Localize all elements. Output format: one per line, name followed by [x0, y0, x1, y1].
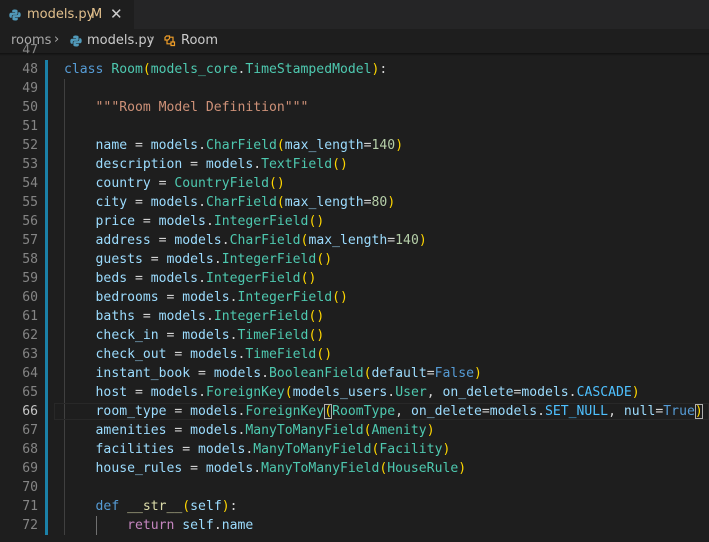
code-line[interactable]: 61 baths = models.IntegerField() — [0, 307, 709, 326]
line-number: 60 — [22, 290, 38, 305]
code-text: check_in = models.TimeField() — [95, 328, 325, 343]
line-number: 63 — [22, 347, 38, 362]
code-line[interactable]: 59 beds = models.IntegerField() — [0, 269, 709, 288]
line-number: 48 — [22, 62, 38, 77]
line-number: 65 — [22, 385, 38, 400]
code-line[interactable]: 66 room_type = models.ForeignKey(RoomTyp… — [0, 402, 709, 421]
code-text: return self.name — [127, 518, 254, 533]
code-line[interactable]: 71 def __str__(self): — [0, 497, 709, 516]
code-line[interactable]: 70 — [0, 478, 709, 497]
tab-label: models.py — [27, 7, 95, 22]
code-line[interactable]: 64 instant_book = models.BooleanField(de… — [0, 364, 709, 383]
code-line[interactable]: 53 description = models.TextField() — [0, 155, 709, 174]
code-text: price = models.IntegerField() — [95, 214, 325, 229]
code-text: guests = models.IntegerField() — [95, 252, 333, 267]
line-number: 62 — [22, 328, 38, 343]
code-line[interactable]: 69 house_rules = models.ManyToManyField(… — [0, 459, 709, 478]
line-number: 58 — [22, 252, 38, 267]
line-number: 67 — [22, 423, 38, 438]
close-icon[interactable]: ✕ — [110, 6, 123, 22]
line-number: 69 — [22, 461, 38, 476]
line-number: 51 — [22, 119, 38, 134]
code-line[interactable]: 72 return self.name — [0, 516, 709, 535]
line-number: 57 — [22, 233, 38, 248]
code-line[interactable]: 49 — [0, 79, 709, 98]
tab-models-py[interactable]: models.py M ✕ — [0, 0, 134, 29]
breadcrumb-shadow — [0, 53, 709, 56]
line-number: 59 — [22, 271, 38, 286]
code-text: beds = models.IntegerField() — [95, 271, 317, 286]
code-text: instant_book = models.BooleanField(defau… — [95, 366, 482, 381]
code-text: name = models.CharField(max_length=140) — [95, 138, 404, 153]
code-line[interactable]: 67 amenities = models.ManyToManyField(Am… — [0, 421, 709, 440]
code-text: facilities = models.ManyToManyField(Faci… — [95, 442, 451, 457]
code-text: amenities = models.ManyToManyField(Ameni… — [95, 423, 435, 438]
code-text: city = models.CharField(max_length=80) — [95, 195, 396, 210]
code-line[interactable]: 68 facilities = models.ManyToManyField(F… — [0, 440, 709, 459]
line-number: 49 — [22, 81, 38, 96]
line-number: 71 — [22, 499, 38, 514]
line-number: 64 — [22, 366, 38, 381]
code-text: host = models.ForeignKey(models_users.Us… — [95, 385, 640, 400]
line-number: 54 — [22, 176, 38, 191]
code-line[interactable]: 55 city = models.CharField(max_length=80… — [0, 193, 709, 212]
code-line[interactable]: 51 — [0, 117, 709, 136]
code-text: room_type = models.ForeignKey(RoomType, … — [95, 404, 703, 419]
line-number: 66 — [22, 404, 38, 419]
code-text: class Room(models_core.TimeStampedModel)… — [64, 62, 388, 77]
code-line[interactable]: 47 — [0, 44, 709, 60]
code-editor[interactable]: 47 48 class Room(models_core.TimeStampedMo… — [0, 44, 709, 542]
code-line[interactable]: 48 class Room(models_core.TimeStampedMode… — [0, 60, 709, 79]
code-text: check_out = models.TimeField() — [95, 347, 333, 362]
code-line[interactable]: 63 check_out = models.TimeField() — [0, 345, 709, 364]
code-line[interactable]: 65 host = models.ForeignKey(models_users… — [0, 383, 709, 402]
python-file-icon — [9, 9, 21, 21]
line-number: 56 — [22, 214, 38, 229]
code-text: bedrooms = models.IntegerField() — [95, 290, 348, 305]
code-line[interactable]: 50 """Room Model Definition""" — [0, 98, 709, 117]
code-line[interactable]: 56 price = models.IntegerField() — [0, 212, 709, 231]
code-text: baths = models.IntegerField() — [95, 309, 325, 324]
line-number: 68 — [22, 442, 38, 457]
editor-tab-bar: models.py M ✕ — [0, 0, 709, 29]
code-text: description = models.TextField() — [95, 157, 348, 172]
line-number: 70 — [22, 480, 38, 495]
line-number: 52 — [22, 138, 38, 153]
line-number: 53 — [22, 157, 38, 172]
code-line[interactable]: 60 bedrooms = models.IntegerField() — [0, 288, 709, 307]
line-number: 50 — [22, 100, 38, 115]
code-line[interactable]: 52 name = models.CharField(max_length=14… — [0, 136, 709, 155]
modified-badge: M — [91, 7, 103, 22]
code-line[interactable]: 62 check_in = models.TimeField() — [0, 326, 709, 345]
code-text: house_rules = models.ManyToManyField(Hou… — [95, 461, 467, 476]
code-text: country = CountryField() — [95, 176, 285, 191]
code-line[interactable]: 58 guests = models.IntegerField() — [0, 250, 709, 269]
code-text: def __str__(self): — [95, 499, 238, 514]
code-text: address = models.CharField(max_length=14… — [95, 233, 427, 248]
line-number: 55 — [22, 195, 38, 210]
line-number: 61 — [22, 309, 38, 324]
code-text: """Room Model Definition""" — [95, 100, 309, 115]
line-number: 47 — [22, 44, 38, 58]
line-number: 72 — [22, 518, 38, 533]
code-line[interactable]: 57 address = models.CharField(max_length… — [0, 231, 709, 250]
code-line[interactable]: 54 country = CountryField() — [0, 174, 709, 193]
